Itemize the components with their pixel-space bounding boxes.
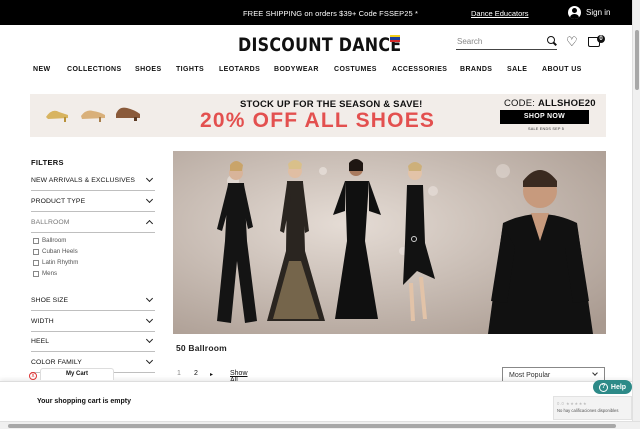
next-page-icon[interactable]: ▸	[210, 371, 213, 378]
checkbox[interactable]	[33, 259, 39, 266]
dancers-illustration	[173, 151, 606, 334]
sign-in-link[interactable]: Sign in	[568, 6, 610, 19]
brown-oxford-image	[116, 107, 140, 121]
reviews-widget[interactable]: 0.0 ★★★★★ No hay calificaciones disponib…	[553, 396, 632, 420]
horizontal-scrollbar[interactable]	[0, 421, 640, 429]
promo-bar: FREE SHIPPING on orders $39+ Code FSSEP2…	[0, 0, 632, 25]
search-icon[interactable]	[547, 36, 555, 44]
gold-sandal-image	[46, 110, 68, 122]
sort-value: Most Popular	[509, 371, 551, 379]
option-latin-rhythm[interactable]: Latin Rhythm	[33, 257, 133, 268]
nav-item-sale[interactable]: SALE	[507, 66, 527, 73]
filter-new-arrivals[interactable]: NEW ARRIVALS & EXCLUSIVES	[31, 170, 155, 191]
option-ballroom[interactable]: Ballroom	[33, 235, 133, 246]
promo-banner[interactable]: STOCK UP FOR THE SEASON & SAVE! 20% OFF …	[30, 94, 606, 137]
sign-in-label: Sign in	[586, 8, 611, 17]
chevron-down-icon	[145, 356, 154, 365]
promo-code-label: CODE:	[504, 98, 538, 109]
ballroom-hero-image	[173, 151, 606, 334]
filter-label: PRODUCT TYPE	[31, 197, 86, 205]
ballroom-options: Ballroom Cuban Heels Latin Rhythm Mens	[33, 235, 133, 279]
filter-label: WIDTH	[31, 317, 54, 325]
help-label: Help	[610, 383, 627, 391]
venezuela-flag-icon[interactable]	[390, 35, 400, 42]
nav-item-new[interactable]: NEW	[33, 66, 51, 73]
nav-item-collections[interactable]: COLLECTIONS	[67, 66, 122, 73]
option-label: Ballroom	[42, 237, 67, 244]
nav-item-brands[interactable]: BRANDS	[460, 66, 492, 73]
sale-ends-note: SALE ENDS SEP 5	[528, 127, 565, 131]
chevron-down-icon	[145, 174, 154, 183]
nav-item-leotards[interactable]: LEOTARDS	[219, 66, 260, 73]
vertical-scrollbar[interactable]	[632, 0, 640, 421]
nav-item-costumes[interactable]: COSTUMES	[334, 66, 377, 73]
option-mens[interactable]: Mens	[33, 268, 133, 279]
filter-width[interactable]: WIDTH	[31, 311, 155, 332]
chevron-down-icon	[145, 195, 154, 204]
question-icon: ?	[598, 382, 608, 392]
checkbox[interactable]	[33, 270, 39, 277]
filter-ballroom[interactable]: BALLROOM	[31, 212, 155, 233]
promo-code-value: ALLSHOE20	[537, 98, 596, 109]
page-1[interactable]: 1	[177, 370, 181, 377]
nav-item-about-us[interactable]: ABOUT US	[542, 66, 582, 73]
chevron-down-icon	[145, 294, 154, 303]
filter-label: SHOE SIZE	[31, 296, 69, 304]
chevron-down-icon	[592, 370, 598, 376]
scrollbar-thumb[interactable]	[635, 30, 639, 90]
option-label: Mens	[42, 270, 58, 277]
free-shipping-promo: FREE SHIPPING on orders $39+ Code FSSEP2…	[243, 9, 419, 18]
reviews-text: No hay calificaciones disponibles	[557, 408, 619, 413]
option-label: Cuban Heels	[42, 248, 78, 255]
close-icon[interactable]: x	[29, 372, 37, 380]
sort-select[interactable]: Most Popular	[502, 367, 605, 382]
heart-icon[interactable]: ♡	[566, 35, 578, 48]
scrollbar-thumb[interactable]	[8, 424, 616, 428]
nav-item-accessories[interactable]: ACCESSORIES	[392, 66, 447, 73]
page-2[interactable]: 2	[194, 370, 198, 377]
banner-offer: 20% OFF ALL SHOES	[200, 109, 436, 132]
cart-empty-message: Your shopping cart is empty	[37, 398, 131, 405]
filter-heel[interactable]: HEEL	[31, 331, 155, 352]
tan-shoe-image	[81, 110, 105, 122]
search-input[interactable]: Search	[457, 37, 482, 46]
filter-label: BALLROOM	[31, 218, 70, 226]
my-cart-tab[interactable]: My Cart	[40, 368, 114, 380]
nav-item-bodywear[interactable]: BODYWEAR	[274, 66, 319, 73]
filter-shoe-size[interactable]: SHOE SIZE	[31, 290, 155, 311]
option-cuban-heels[interactable]: Cuban Heels	[33, 246, 133, 257]
chevron-down-icon	[145, 335, 154, 344]
nav-item-tights[interactable]: TIGHTS	[176, 66, 204, 73]
filter-label: HEEL	[31, 337, 50, 345]
site-logo[interactable]: DISCOUNT DANCE	[238, 35, 401, 56]
search-box[interactable]: Search	[456, 33, 557, 50]
checkbox[interactable]	[33, 237, 39, 244]
filter-label: COLOR FAMILY	[31, 358, 82, 366]
option-label: Latin Rhythm	[42, 259, 79, 266]
chevron-up-icon	[145, 219, 154, 228]
filter-label: NEW ARRIVALS & EXCLUSIVES	[31, 176, 135, 184]
chevron-down-icon	[145, 315, 154, 324]
help-button[interactable]: ? Help	[593, 380, 632, 394]
filters-title: FILTERS	[31, 158, 64, 167]
main-nav: NEW COLLECTIONS SHOES TIGHTS LEOTARDS BO…	[0, 64, 632, 78]
filter-product-type[interactable]: PRODUCT TYPE	[31, 191, 155, 212]
cart-count-badge: 0	[597, 35, 605, 43]
user-icon	[568, 6, 581, 19]
shop-now-button[interactable]: SHOP NOW	[500, 110, 589, 124]
dance-educators-link[interactable]: Dance Educators	[471, 9, 529, 18]
promo-code: CODE: ALLSHOE20	[504, 98, 596, 109]
nav-item-shoes[interactable]: SHOES	[135, 66, 162, 73]
rating-stars: 0.0 ★★★★★	[557, 401, 588, 406]
checkbox[interactable]	[33, 248, 39, 255]
results-title: 50 Ballroom	[176, 343, 227, 353]
